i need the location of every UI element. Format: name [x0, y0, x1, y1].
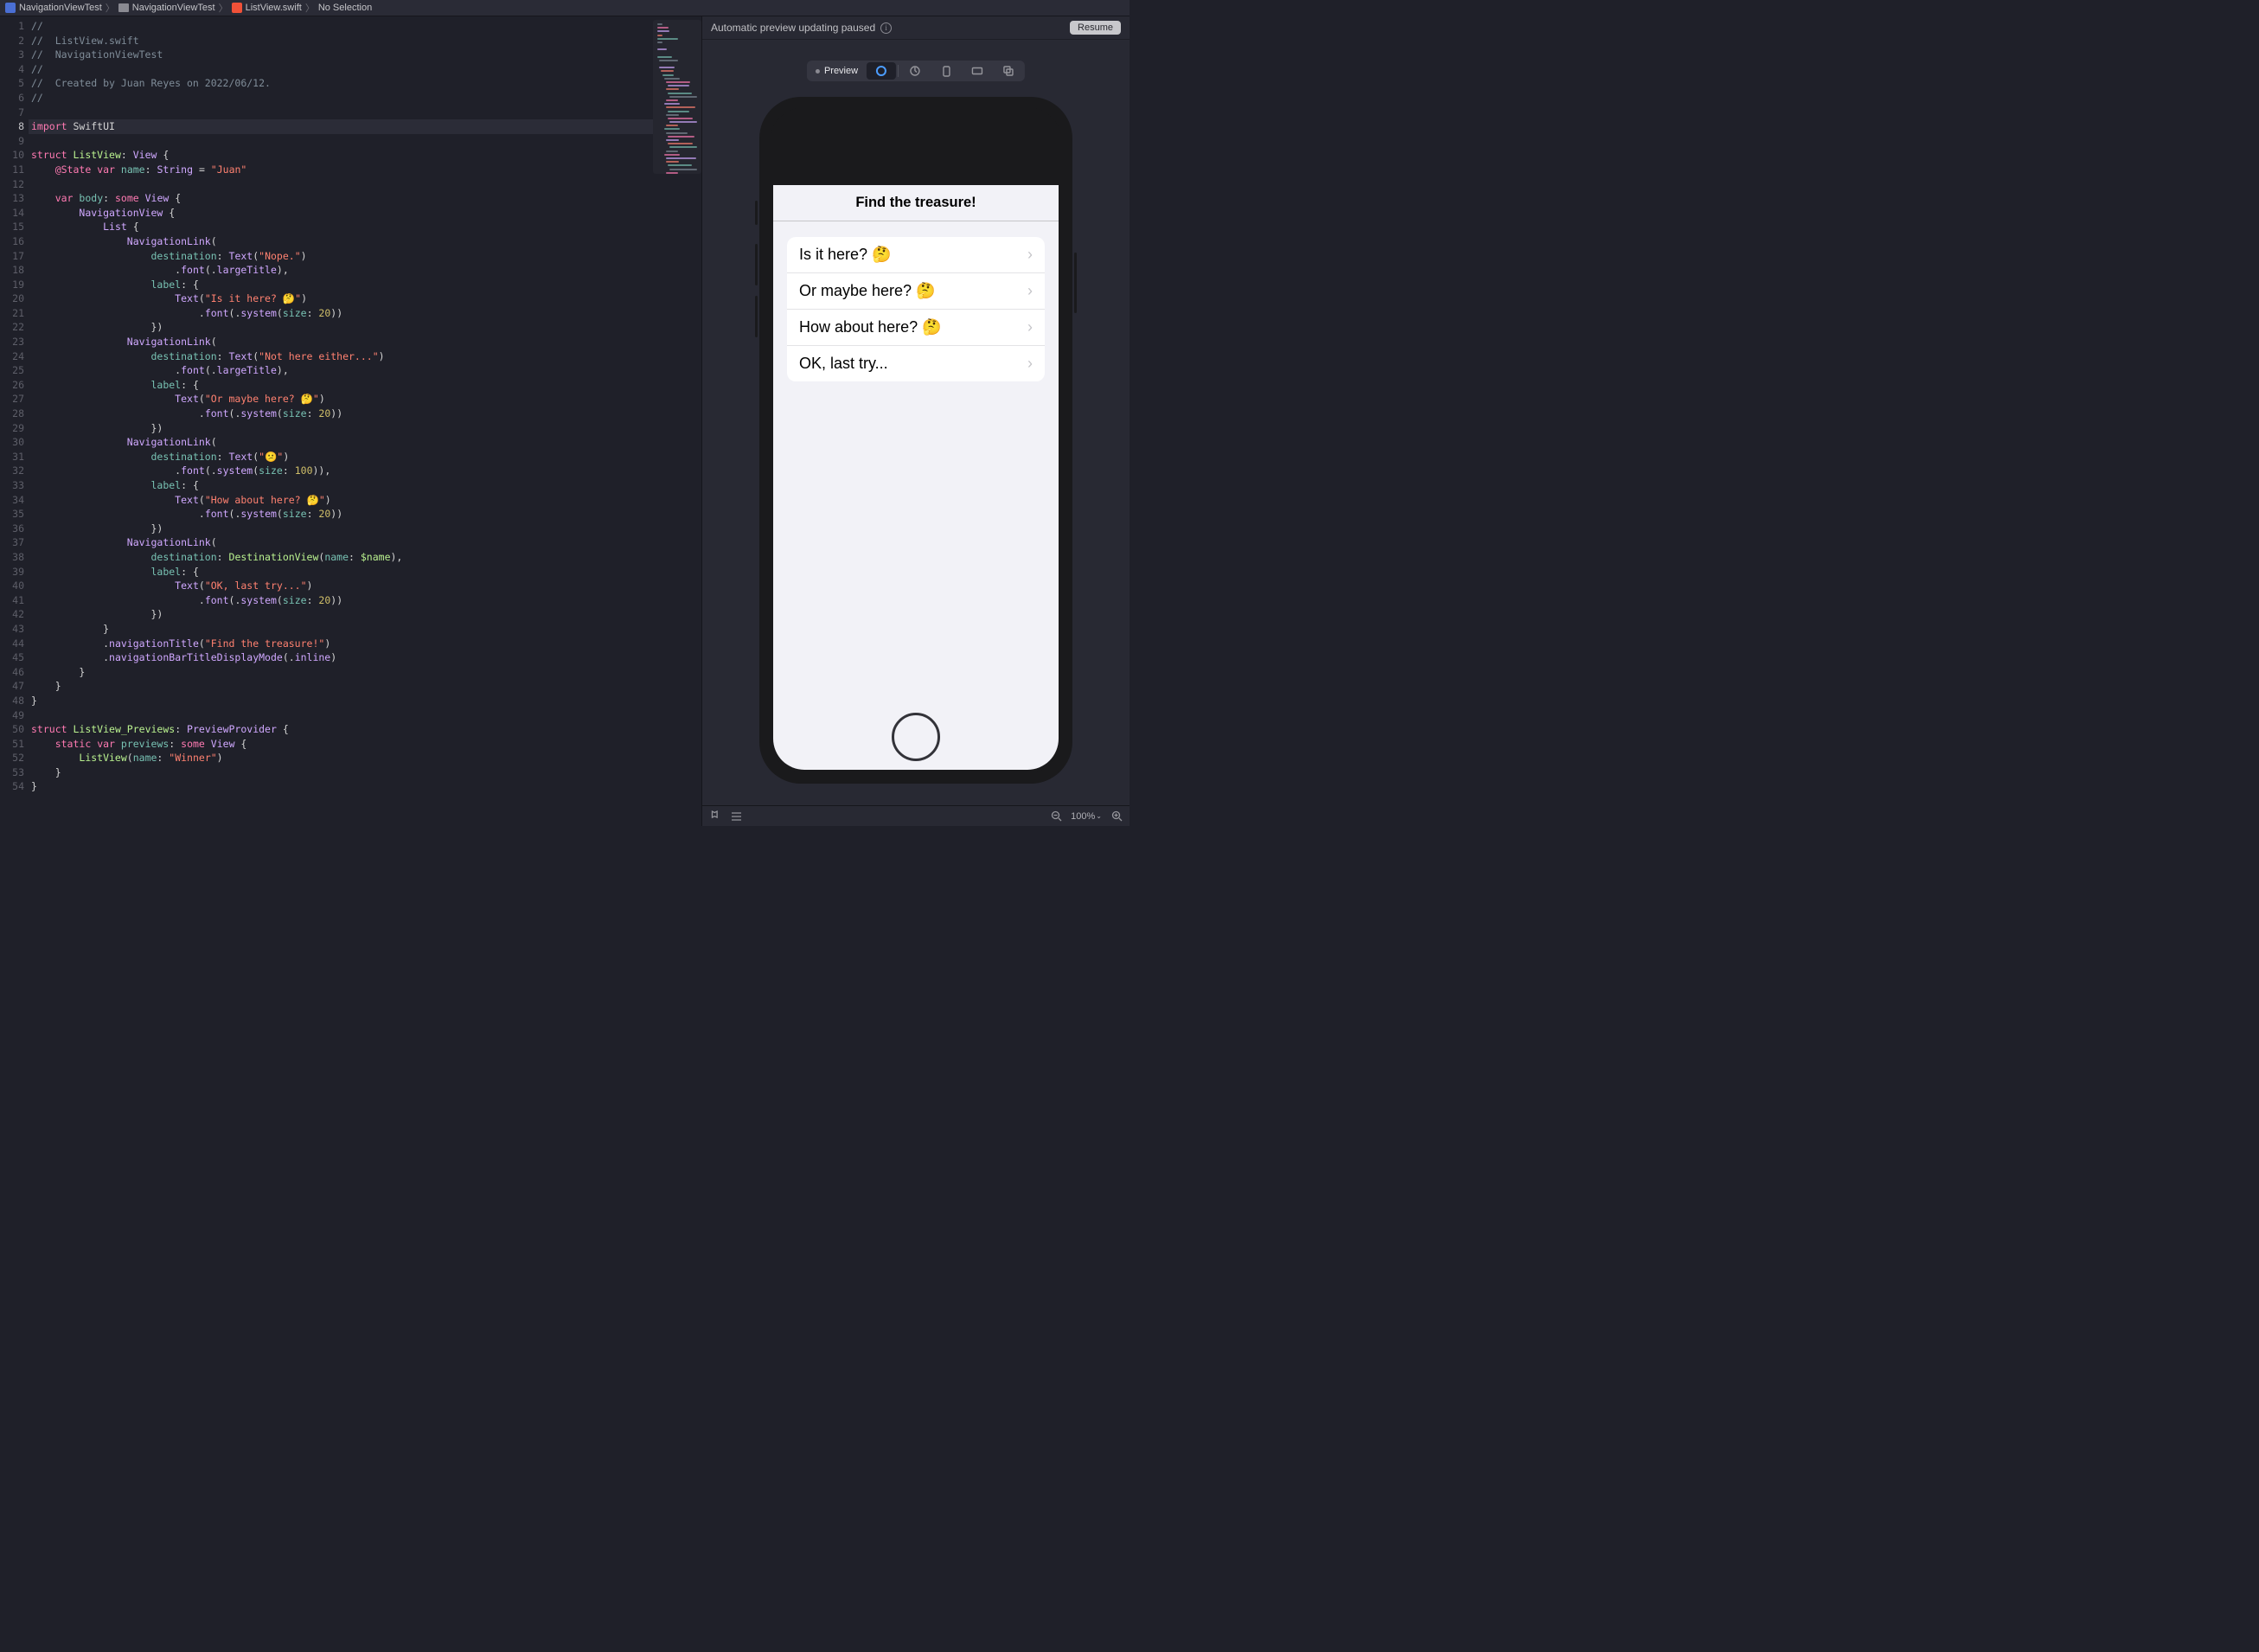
list-item-label: Is it here? 🤔 [799, 246, 1027, 264]
chevron-right-icon: › [1027, 282, 1033, 300]
chevron-right-icon: 〉 [106, 1, 115, 15]
breadcrumb-file[interactable]: ListView.swift [246, 3, 302, 13]
preview-canvas[interactable]: Preview [702, 40, 1130, 805]
chevron-right-icon: 〉 [219, 1, 228, 15]
list-item-label: Or maybe here? 🤔 [799, 282, 1027, 300]
preview-status-bar: Automatic preview updating paused i Resu… [702, 16, 1130, 40]
breadcrumb-folder[interactable]: NavigationViewTest [132, 3, 215, 13]
preview-mode-selector: Preview [807, 61, 1025, 81]
pin-icon[interactable] [709, 810, 721, 823]
segment-divider [898, 65, 899, 77]
preview-status-text: Automatic preview updating paused [711, 22, 875, 34]
home-button-icon [892, 713, 940, 761]
navigation-bar: Find the treasure! [773, 185, 1059, 221]
adjust-icon[interactable] [730, 810, 742, 823]
preview-mode-live[interactable]: Preview [809, 62, 865, 80]
breadcrumb-selection[interactable]: No Selection [318, 3, 372, 13]
list-item-label: How about here? 🤔 [799, 318, 1027, 336]
minimap[interactable] [653, 20, 701, 174]
chevron-right-icon: › [1027, 246, 1033, 264]
preview-panel: Automatic preview updating paused i Resu… [701, 16, 1130, 826]
preview-device-button[interactable] [931, 62, 961, 80]
list-item[interactable]: How about here? 🤔› [787, 310, 1045, 346]
preview-orientation-button[interactable] [963, 62, 992, 80]
selectable-icon [876, 66, 886, 76]
zoom-in-button[interactable] [1110, 810, 1123, 823]
navigation-title: Find the treasure! [855, 195, 976, 211]
project-icon [5, 3, 16, 13]
preview-mode-selectable[interactable] [867, 62, 896, 80]
chevron-right-icon: › [1027, 355, 1033, 373]
preview-footer: 100% ⌄ [702, 805, 1130, 826]
preview-variants-button[interactable] [900, 62, 930, 80]
zoom-out-button[interactable] [1050, 810, 1062, 823]
navigation-list: Is it here? 🤔›Or maybe here? 🤔›How about… [787, 237, 1045, 381]
chevron-right-icon: › [1027, 318, 1033, 336]
breadcrumb-project[interactable]: NavigationViewTest [19, 3, 102, 13]
breadcrumb: NavigationViewTest 〉 NavigationViewTest … [0, 0, 1130, 16]
simulated-device: Find the treasure! Is it here? 🤔›Or mayb… [759, 97, 1072, 784]
list-item[interactable]: Or maybe here? 🤔› [787, 273, 1045, 310]
info-icon[interactable]: i [880, 22, 892, 34]
live-dot-icon [816, 69, 820, 74]
list-item[interactable]: Is it here? 🤔› [787, 237, 1045, 273]
resume-button[interactable]: Resume [1070, 21, 1121, 35]
line-gutter: 1234567891011121314151617181920212223242… [0, 16, 31, 826]
folder-icon [118, 3, 129, 12]
list-item-label: OK, last try... [799, 355, 1027, 373]
swift-file-icon [232, 3, 242, 13]
preview-duplicate-button[interactable] [994, 62, 1023, 80]
zoom-level[interactable]: 100% ⌄ [1071, 811, 1102, 822]
list-item[interactable]: OK, last try...› [787, 346, 1045, 381]
code-editor[interactable]: 1234567891011121314151617181920212223242… [0, 16, 701, 826]
chevron-right-icon: 〉 [305, 1, 315, 15]
device-screen[interactable]: Find the treasure! Is it here? 🤔›Or mayb… [773, 111, 1059, 770]
code-area[interactable]: //// ListView.swift// NavigationViewTest… [31, 16, 701, 826]
